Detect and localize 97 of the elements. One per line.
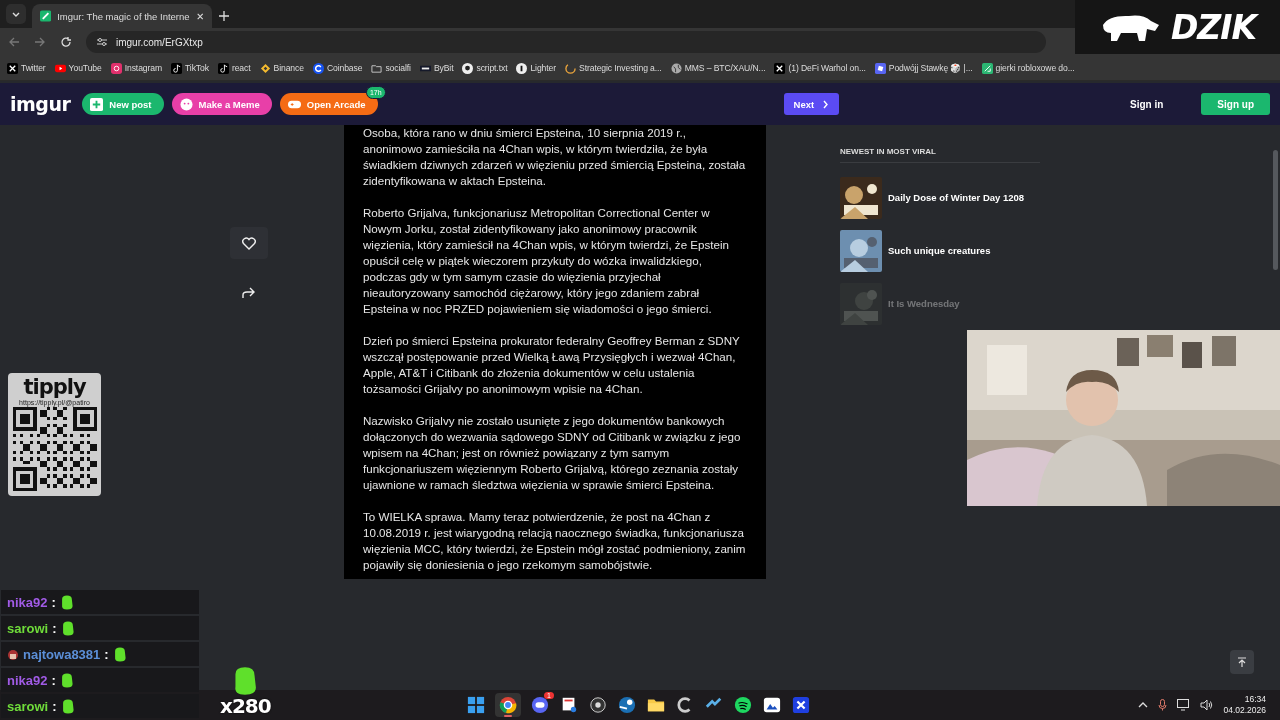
app-icon	[763, 696, 781, 714]
app-icon	[618, 696, 636, 714]
bookmark[interactable]: Binance	[257, 62, 306, 74]
bookmark[interactable]: ByBit	[417, 62, 456, 74]
app-icon	[531, 696, 549, 714]
reload-button[interactable]	[60, 36, 72, 48]
bookmark-icon	[7, 62, 18, 74]
bookmark-icon	[54, 62, 66, 74]
bookmark[interactable]: Instagram	[108, 62, 164, 74]
back-button[interactable]	[8, 36, 20, 48]
bookmark[interactable]: YouTube	[52, 62, 104, 74]
app-icon	[467, 696, 485, 714]
chat-separator: :	[52, 620, 57, 636]
bookmark[interactable]: Podwójj Stawkę 🎲 |...	[872, 62, 975, 74]
post-title-link[interactable]: Daily Dose of Winter Day 1208	[888, 192, 1025, 203]
plus-icon	[90, 97, 104, 111]
new-tab-button[interactable]	[218, 10, 230, 22]
post-paragraph: Osoba, która rano w dniu śmierci Epsteina, 10 sierpnia 2019 r., anonimowo zamieściła na 4Chan wpis, w którym twierdziła, że była świadkiem dziwnych zdarzeń w więzieniu przed śmiercią Epsteina, została zidentyfikowana w aktach Epsteina.	[363, 125, 746, 189]
app-icon	[499, 696, 517, 714]
chevron-icon	[822, 99, 830, 109]
bookmark[interactable]: Twitter	[5, 62, 48, 74]
face-icon	[179, 97, 193, 111]
chat-separator: :	[52, 698, 57, 714]
bookmark[interactable]: MMS – BTC/XAU/N...	[668, 62, 768, 74]
chat-username: najtowa8381	[23, 646, 101, 662]
bookmark-icon	[565, 62, 576, 74]
chat-separator: :	[51, 672, 56, 688]
bookmark[interactable]: (1) DeFi Warhol on...	[772, 62, 868, 74]
bookmark[interactable]: Lighter	[514, 62, 558, 74]
scroll-to-top-button[interactable]	[1230, 650, 1254, 674]
chat-username: sarowi	[7, 620, 49, 636]
bookmark-icon	[874, 62, 886, 74]
chat-username: nika92	[7, 594, 48, 610]
bookmark-icon	[981, 62, 993, 74]
browser-tab[interactable]: Imgur: The magic of the Interne	[32, 4, 212, 28]
tipply-logo: tipply	[23, 375, 86, 399]
app-icon	[560, 696, 578, 714]
emote-icon	[59, 671, 74, 689]
imgur-logo[interactable]: imgur	[10, 93, 71, 115]
bookmark-icon	[774, 62, 786, 74]
post-paragraph: Dzień po śmierci Epsteina prokurator federalny Geoffrey Berman z SDNY wszczął postępowanie przed Wielką Ławą Przysięgłych i wezwał 4Chan, Apple, AT&T i Citibank do złożenia dokumentów w celu ustalenia tożsamości Grijalvy po anonimowym wpisie na 4Chan.	[363, 333, 741, 397]
favorite-button[interactable]	[230, 227, 268, 259]
address-bar[interactable]: imgur.com/ErGXtxp	[86, 31, 1046, 53]
brand-logo: DZIK	[1170, 7, 1257, 47]
share-arrow-icon	[242, 287, 256, 299]
chat-separator: :	[104, 646, 109, 662]
header-button[interactable]: Make a Meme	[171, 93, 272, 115]
bookmark-icon	[516, 62, 528, 74]
app-icon	[589, 696, 607, 714]
bookmark-icon	[462, 62, 474, 74]
bookmark-icon	[171, 62, 182, 74]
bookmark[interactable]: script.txt	[460, 62, 510, 74]
emote-counter: x280	[220, 696, 271, 716]
emote-icon	[112, 645, 127, 663]
emote-icon	[60, 619, 75, 637]
chat-separator: :	[51, 594, 56, 610]
emote-icon	[60, 697, 75, 715]
post-paragraph: Nazwisko Grijalvy nie zostało usunięte z jego dokumentów bankowych dołączonych do wezwania sądowego SDNY od Citibank w związku z jego wpisem na 4Chan; jest on również powiązany z tym samym funkcjonariuszem więziennym Roberto Grijalvą, którego zeznania zostały ujawnione w ramach śledztwa więzienia w sprawie śmierci Epsteina.	[363, 413, 742, 493]
bookmark-icon	[259, 62, 271, 74]
bookmark[interactable]: Strategic Investing a...	[563, 62, 664, 74]
heart-icon	[242, 236, 256, 250]
imgur-icon	[40, 10, 52, 22]
bookmark-icon	[670, 62, 682, 74]
clock[interactable]: 16:34 04.02.2026	[1223, 694, 1266, 716]
post-title-link[interactable]: Such unique creatures	[888, 245, 991, 256]
bookmark[interactable]: TikTok	[169, 62, 211, 74]
app-icon	[792, 696, 810, 714]
forward-button[interactable]	[34, 36, 46, 48]
chat-username: sarowi	[7, 698, 49, 714]
chat-username: nika92	[7, 672, 48, 688]
scrollbar-thumb[interactable]	[1273, 150, 1278, 270]
taskbar-app[interactable]	[495, 693, 521, 717]
microphone-icon[interactable]	[1158, 699, 1168, 711]
post-paragraph: To WIELKA sprawa. Mamy teraz potwierdzenie, że post na 4Chan z 10.08.2019 r. jest wiarygodną relacją naocznego świadka, funkcjonariusza więzienia MCC, który twierdzi, że Epstein mógł zostać podmieniony, zanim pojawiły się doniesienia o jego rzekomym samobójstwie.	[363, 509, 746, 573]
site-settings-icon[interactable]	[96, 36, 108, 48]
post-paragraph: Roberto Grijalva, funkcjonariusz Metropolitan Correctional Center w Nowym Jorku, został zidentyfikowany jako anonimowy pracownik więzienia, który zamieścił na 4Chan wpis, w którym twierdzi, że Epstein opuścił celę w piątek wieczorem przykuty do wózka inwalidzkiego, podczas gdy w tym samym czasie do więzienia przyjechał nieautoryzowany samochód ciężarowy, który jego zdaniem zabrał Epsteina w noc PRZED pojawieniem się wiadomości o jego śmierci.	[363, 205, 730, 317]
bookmark[interactable]: react	[215, 62, 253, 74]
close-icon[interactable]	[195, 11, 204, 21]
bookmark-icon	[312, 62, 324, 74]
time: 16:34	[1244, 694, 1266, 705]
sign-in-link[interactable]: Sign in	[1124, 97, 1170, 111]
bookmark-icon	[217, 62, 229, 74]
volume-icon[interactable]	[1200, 699, 1214, 711]
date: 04.02.2026	[1223, 705, 1266, 716]
bookmark-icon	[110, 62, 122, 74]
bookmark[interactable]: Coinbase	[310, 62, 365, 74]
next-button[interactable]: Next	[783, 93, 840, 115]
chevron-up-icon[interactable]	[1138, 701, 1149, 709]
bookmark[interactable]: socialfi	[369, 62, 413, 74]
arrow-up-icon	[1237, 656, 1247, 668]
app-icon	[734, 696, 752, 714]
network-icon[interactable]	[1177, 699, 1191, 711]
emote-icon	[59, 593, 74, 611]
tab-search-button[interactable]	[6, 4, 26, 24]
bookmark-icon	[371, 62, 383, 74]
bookmark[interactable]: gierki robloxowe do...	[979, 62, 1077, 74]
section-heading: NEWEST IN MOST VIRAL	[840, 147, 1040, 163]
